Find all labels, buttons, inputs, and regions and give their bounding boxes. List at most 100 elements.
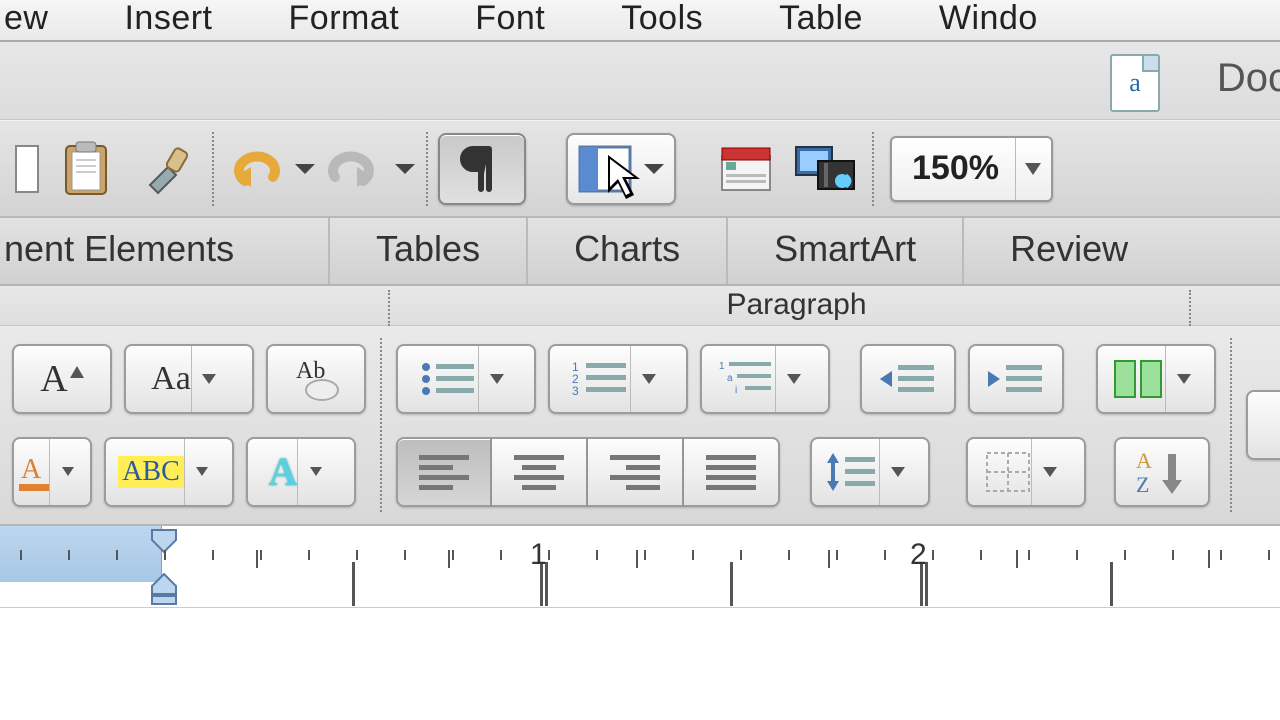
pilcrow-icon — [459, 143, 505, 195]
zoom-control[interactable]: 150% — [890, 136, 1053, 202]
media-icon — [794, 143, 858, 195]
menu-view[interactable]: ew — [0, 0, 86, 42]
show-hide-button[interactable] — [438, 133, 526, 205]
sidebar-icon — [578, 145, 632, 193]
align-center-icon — [514, 453, 564, 491]
styles-button[interactable] — [1246, 390, 1280, 460]
tab-tables[interactable]: Tables — [330, 218, 528, 284]
document-canvas[interactable] — [0, 608, 1280, 710]
separator — [426, 132, 428, 206]
grow-font-button[interactable]: A — [12, 344, 112, 414]
paste-button[interactable] — [50, 133, 122, 205]
dropdown-icon[interactable] — [478, 346, 514, 412]
align-left-button[interactable] — [396, 437, 492, 507]
svg-text:Z: Z — [1136, 472, 1149, 496]
separator — [380, 338, 382, 512]
ribbon: A Aa Ab A ABC — [0, 326, 1280, 526]
dropdown-icon[interactable] — [297, 439, 333, 505]
change-case-button[interactable]: Aa — [124, 344, 254, 414]
highlight-button[interactable]: ABC — [104, 437, 234, 507]
align-right-button[interactable] — [588, 437, 684, 507]
font-color-icon: A — [19, 452, 49, 492]
undo-icon — [225, 147, 283, 191]
menu-font[interactable]: Font — [437, 0, 583, 42]
highlight-sample: ABC — [118, 456, 184, 488]
multilevel-icon: 1 a i — [719, 359, 775, 399]
font-group: A Aa Ab A ABC — [0, 332, 378, 518]
borders-icon — [985, 451, 1031, 493]
borders-button[interactable] — [966, 437, 1086, 507]
ruler-number-2: 2 — [910, 538, 927, 572]
undo-button[interactable] — [224, 133, 316, 205]
align-center-button[interactable] — [492, 437, 588, 507]
dropdown-icon[interactable] — [1031, 439, 1067, 505]
blank-page-icon — [14, 142, 40, 196]
numbering-icon: 1 2 3 — [570, 359, 630, 399]
format-painter-button[interactable] — [130, 133, 202, 205]
eraser-icon: Ab — [288, 354, 344, 404]
sort-icon: A Z — [1132, 448, 1192, 496]
sort-button[interactable]: A Z — [1114, 437, 1210, 507]
ribbon-tabs: nent Elements Tables Charts SmartArt Rev… — [0, 218, 1280, 286]
text-effects-button[interactable]: A — [246, 437, 356, 507]
separator — [1230, 338, 1232, 512]
menu-tools[interactable]: Tools — [583, 0, 741, 42]
dropdown-icon[interactable] — [191, 346, 227, 412]
tab-review[interactable]: Review — [964, 218, 1174, 284]
toolbox-button[interactable] — [710, 133, 782, 205]
align-justify-button[interactable] — [684, 437, 780, 507]
bullets-icon — [418, 359, 478, 399]
bullets-button[interactable] — [396, 344, 536, 414]
menubar: ew Insert Format Font Tools Table Windo — [0, 0, 1280, 42]
tab-charts[interactable]: Charts — [528, 218, 728, 284]
media-browser-button[interactable] — [790, 133, 862, 205]
line-spacing-button[interactable] — [810, 437, 930, 507]
clipboard-icon — [58, 140, 114, 198]
redo-button[interactable] — [324, 133, 416, 205]
titlebar: a Doc — [0, 42, 1280, 120]
document-title: Doc — [1217, 56, 1280, 101]
dropdown-icon[interactable] — [184, 439, 220, 505]
toolbox-icon — [718, 144, 774, 194]
hanging-indent-marker[interactable] — [148, 572, 180, 606]
multilevel-list-button[interactable]: 1 a i — [700, 344, 830, 414]
chevron-down-icon — [1025, 163, 1041, 175]
font-color-button[interactable]: A — [12, 437, 92, 507]
columns-icon — [1111, 357, 1165, 401]
dropdown-icon[interactable] — [630, 346, 666, 412]
redo-icon — [325, 147, 383, 191]
increase-indent-button[interactable] — [968, 344, 1064, 414]
chevron-up-icon — [70, 366, 84, 378]
numbering-button[interactable]: 1 2 3 — [548, 344, 688, 414]
document-icon: a — [1110, 54, 1160, 112]
zoom-value: 150% — [892, 149, 1015, 188]
paragraph-group: 1 2 3 1 a i — [384, 332, 1228, 518]
svg-text:i: i — [735, 385, 737, 396]
svg-text:A: A — [1136, 448, 1152, 473]
menu-format[interactable]: Format — [251, 0, 438, 42]
align-justify-icon — [706, 453, 756, 491]
zoom-dropdown[interactable] — [1015, 138, 1051, 200]
dropdown-icon[interactable] — [775, 346, 811, 412]
clear-formatting-button[interactable]: Ab — [266, 344, 366, 414]
align-right-icon — [610, 453, 660, 491]
new-button[interactable] — [12, 133, 42, 205]
dropdown-icon[interactable] — [1165, 346, 1201, 412]
styles-group — [1234, 332, 1280, 518]
sidebar-button[interactable] — [566, 133, 676, 205]
svg-text:3: 3 — [572, 384, 579, 398]
indent-icon — [986, 359, 1046, 399]
ruler-margin — [0, 526, 162, 582]
svg-text:A: A — [21, 454, 42, 485]
decrease-indent-button[interactable] — [860, 344, 956, 414]
dropdown-icon[interactable] — [49, 439, 85, 505]
tab-document-elements[interactable]: nent Elements — [0, 218, 330, 284]
menu-insert[interactable]: Insert — [86, 0, 250, 42]
menu-window[interactable]: Windo — [901, 0, 1076, 42]
document-icon-glyph: a — [1129, 68, 1141, 98]
menu-table[interactable]: Table — [741, 0, 901, 42]
dropdown-icon[interactable] — [879, 439, 915, 505]
horizontal-ruler[interactable]: [] 1 2 — [0, 526, 1280, 608]
tab-smartart[interactable]: SmartArt — [728, 218, 964, 284]
text-direction-button[interactable] — [1096, 344, 1216, 414]
